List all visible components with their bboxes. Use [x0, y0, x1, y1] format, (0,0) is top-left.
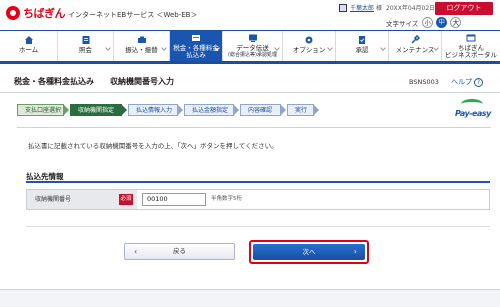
nav-item-approval[interactable]: 承認 — [336, 31, 389, 61]
page-title-main: 税金・各種料金払込み — [14, 77, 94, 86]
field-label-cell: 収納機関番号 必須 — [27, 190, 137, 209]
user-icon — [339, 3, 347, 12]
institution-number-input[interactable]: 00100 — [142, 193, 206, 206]
divider — [0, 92, 500, 93]
nav-label: データ伝送 — [236, 44, 269, 52]
logout-button[interactable]: ログアウト — [435, 2, 493, 15]
footer — [0, 290, 500, 307]
step-payment-info: 払込情報入力 — [128, 104, 183, 116]
font-medium-button[interactable]: 中 — [436, 17, 448, 28]
payeasy-swoosh-icon — [461, 99, 483, 109]
required-badge: 必須 — [119, 194, 133, 205]
nav-item-data-transmission[interactable]: データ伝送 (総合振込等)承認処理 — [223, 31, 283, 61]
question-icon: ? — [474, 77, 483, 87]
tax-payment-icon — [192, 35, 200, 41]
next-button-label: 次へ — [302, 248, 316, 256]
nav-label-line2: 払込み — [186, 51, 206, 59]
nav-item-option[interactable]: オプション — [283, 31, 336, 61]
font-small-button[interactable]: 小 — [422, 17, 434, 28]
step-execute: 実行 — [287, 104, 319, 116]
nav-label-line2: ビジネスポータル — [445, 51, 497, 59]
field-label: 収納機関番号 — [35, 196, 72, 203]
maintenance-icon — [411, 35, 420, 44]
instruction-text: 払込書に記載されている収納機関番号を入力の上、「次へ」ボタンを押してください。 — [28, 142, 278, 150]
global-nav: ホーム 照会 振込・振替 税金・各種料金 払込み データ伝送 (総合振込等)承認… — [0, 30, 500, 64]
help-link[interactable]: ヘルプ? — [451, 77, 483, 87]
chevron-right-icon: › — [353, 247, 357, 256]
step-institution: 収納機関指定 — [70, 104, 127, 116]
next-button-highlight: 次へ › — [249, 240, 369, 264]
nav-item-business-portal[interactable]: ちばぎん ビジネスポータル — [442, 31, 500, 61]
back-button[interactable]: ‹ 戻る — [124, 243, 235, 260]
field-value-cell: 00100 半角数字5桁 — [137, 190, 489, 209]
title-bar: 税金・各種料金払込み 収納機関番号入力 BSNS003 ヘルプ? — [0, 70, 500, 92]
bank-logo-mark-icon — [6, 6, 20, 20]
step-account-select: 支払口座選択 — [17, 104, 69, 116]
step-amount: 払込金額指定 — [184, 104, 239, 116]
nav-item-tax-payment[interactable]: 税金・各種料金 払込み — [170, 31, 223, 61]
page-subtitle: 収納機関番号入力 — [110, 77, 174, 86]
approval-icon — [359, 36, 365, 44]
header: ちばぎん インターネットEBサービス ＜Web-EB＞ 千葉太郎 様 20XX年… — [0, 0, 500, 30]
data-transmission-icon — [248, 34, 257, 42]
help-label: ヘルプ — [451, 78, 472, 86]
nav-item-home[interactable]: ホーム — [0, 31, 58, 61]
user-suffix: 様 — [376, 5, 383, 12]
chevron-left-icon: ‹ — [134, 247, 138, 256]
user-name-link[interactable]: 千葉太郎 — [350, 3, 374, 12]
inquiry-icon — [82, 36, 89, 44]
progress-steps: 支払口座選択 収納機関指定 払込情報入力 払込金額指定 内容確認 実行 — [17, 104, 320, 116]
back-button-label: 戻る — [173, 247, 186, 255]
divider — [17, 127, 491, 128]
page-title: 税金・各種料金払込み 収納機関番号入力 — [14, 76, 174, 87]
payeasy-logo: Pay-easy — [453, 97, 491, 121]
service-name: インターネットEBサービス ＜Web-EB＞ — [68, 11, 198, 19]
home-icon — [24, 36, 33, 44]
nav-label: ホーム — [18, 46, 39, 54]
font-large-button[interactable]: 大 — [450, 17, 462, 28]
nav-item-inquiry[interactable]: 照会 — [58, 31, 114, 61]
step-confirm: 内容確認 — [240, 104, 286, 116]
payeasy-text: Pay-easy — [455, 109, 491, 118]
bank-logo-text: ちばぎん — [23, 7, 66, 20]
bank-logo: ちばぎん — [6, 5, 66, 21]
section-divider — [26, 181, 490, 183]
font-size-label: 文字サイズ — [386, 19, 419, 28]
field-hint: 半角数字5桁 — [211, 196, 242, 202]
portal-icon — [466, 34, 476, 42]
nav-item-transfer[interactable]: 振込・振替 — [114, 31, 170, 61]
nav-label-line2: (総合振込等)承認処理 — [228, 52, 277, 58]
option-icon — [305, 36, 313, 44]
institution-number-row: 収納機関番号 必須 00100 半角数字5桁 — [26, 189, 490, 210]
divider — [26, 226, 490, 227]
next-button[interactable]: 次へ › — [253, 244, 365, 260]
font-size-selector: 文字サイズ 小 中 大 — [386, 17, 464, 28]
transfer-icon — [137, 36, 146, 43]
nav-item-maintenance[interactable]: メンテナンス — [389, 31, 442, 61]
screen-id: BSNS003 — [409, 78, 439, 86]
